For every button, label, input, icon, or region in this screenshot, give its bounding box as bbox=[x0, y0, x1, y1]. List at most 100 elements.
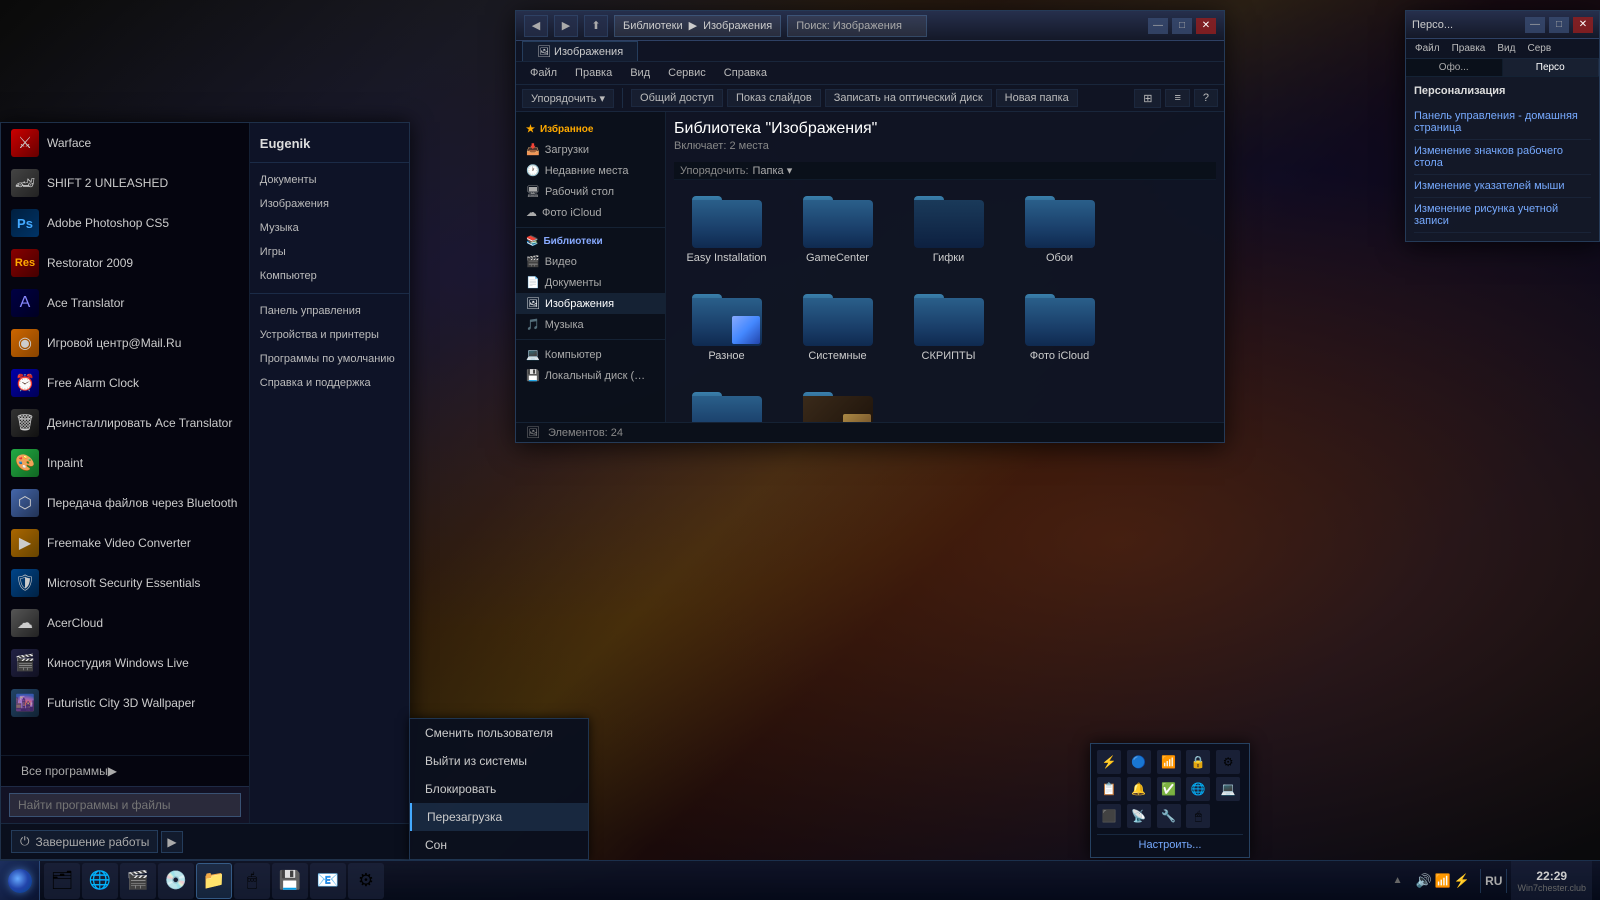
app-item-mse[interactable]: 🛡 Microsoft Security Essentials bbox=[1, 563, 249, 603]
pers-link-2[interactable]: Изменение значков рабочего стола bbox=[1414, 140, 1591, 175]
tray-icon-10[interactable]: 💻 bbox=[1216, 777, 1240, 801]
tray-icon-1[interactable]: ⚡ bbox=[1097, 750, 1121, 774]
sidebar-item-images[interactable]: 🖼 Изображения bbox=[516, 293, 665, 314]
pers-maximize-btn[interactable]: □ bbox=[1549, 17, 1569, 33]
language-indicator[interactable]: RU bbox=[1485, 874, 1502, 888]
folder-gamecenter[interactable]: GameCenter bbox=[785, 180, 890, 272]
app-item-warface[interactable]: ⚔ Warface bbox=[1, 123, 249, 163]
sidebar-item-video[interactable]: 🎬 Видео bbox=[516, 251, 665, 272]
explorer-search[interactable]: Поиск: Изображения bbox=[787, 15, 927, 37]
up-button[interactable]: ⬆ bbox=[584, 15, 608, 37]
folder-transparent[interactable]: All transparent vs bbox=[785, 376, 890, 422]
right-item-games[interactable]: Игры bbox=[250, 241, 409, 263]
tray-volume-icon[interactable]: 🔊 bbox=[1416, 873, 1432, 889]
sidebar-item-computer[interactable]: 💻 Компьютер bbox=[516, 344, 665, 365]
taskbar-icon-media[interactable]: 🎬 bbox=[120, 863, 156, 899]
pers-menu-edit[interactable]: Правка bbox=[1447, 41, 1491, 56]
all-programs-button[interactable]: Все программы ▶ bbox=[11, 760, 127, 782]
start-button[interactable] bbox=[0, 861, 40, 900]
forward-button[interactable]: ▶ bbox=[554, 15, 578, 37]
action-burn[interactable]: Записать на оптический диск bbox=[825, 89, 992, 107]
back-button[interactable]: ◀ bbox=[524, 15, 548, 37]
maximize-button[interactable]: □ bbox=[1172, 18, 1192, 34]
pers-close-btn[interactable]: ✕ bbox=[1573, 17, 1593, 33]
tray-icon-3[interactable]: 📶 bbox=[1157, 750, 1181, 774]
pers-menu-service[interactable]: Серв bbox=[1522, 41, 1556, 56]
taskbar-icon-settings[interactable]: ⚙ bbox=[348, 863, 384, 899]
tray-icon-5[interactable]: ⚙ bbox=[1216, 750, 1240, 774]
tray-customize-button[interactable]: Настроить... bbox=[1097, 834, 1243, 851]
sidebar-item-recent[interactable]: 🕐 Недавние места bbox=[516, 160, 665, 181]
taskbar-icon-folder-active[interactable]: 📁 bbox=[196, 863, 232, 899]
close-button[interactable]: ✕ bbox=[1196, 18, 1216, 34]
app-item-freemake[interactable]: ▶ Freemake Video Converter bbox=[1, 523, 249, 563]
app-item-alarm[interactable]: ⏰ Free Alarm Clock bbox=[1, 363, 249, 403]
taskbar-icon-disk[interactable]: 💾 bbox=[272, 863, 308, 899]
folder-easy-installation[interactable]: Easy Installation bbox=[674, 180, 779, 272]
tray-icon-14[interactable]: 🖱 bbox=[1186, 804, 1210, 828]
taskbar-icon-browser[interactable]: 🌐 bbox=[82, 863, 118, 899]
app-item-restorator[interactable]: Res Restorator 2009 bbox=[1, 243, 249, 283]
menu-item-switch-user[interactable]: Сменить пользователя bbox=[410, 719, 588, 747]
folder-gifs[interactable]: Гифки bbox=[896, 180, 1001, 272]
app-item-ace[interactable]: A Ace Translator bbox=[1, 283, 249, 323]
view-toggle-1[interactable]: ⊞ bbox=[1134, 89, 1161, 108]
taskbar-icon-mail[interactable]: 📧 bbox=[310, 863, 346, 899]
right-item-user[interactable]: Eugenik bbox=[250, 131, 409, 156]
tray-network-icon[interactable]: 📶 bbox=[1435, 873, 1451, 889]
address-bar[interactable]: Библиотеки ▶ Изображения bbox=[614, 15, 781, 37]
right-item-music[interactable]: Музыка bbox=[250, 217, 409, 239]
sidebar-item-icloud[interactable]: ☁ Фото iCloud bbox=[516, 202, 665, 223]
action-newfolder[interactable]: Новая папка bbox=[996, 89, 1078, 107]
sort-value[interactable]: Папка ▾ bbox=[753, 164, 793, 177]
tray-icon-13[interactable]: 🔧 bbox=[1157, 804, 1181, 828]
folder-scripts[interactable]: СКРИПТЫ bbox=[896, 278, 1001, 370]
sidebar-item-documents[interactable]: 📄 Документы bbox=[516, 272, 665, 293]
menu-item-restart[interactable]: Перезагрузка bbox=[410, 803, 588, 831]
app-item-shift2[interactable]: 🏎 SHIFT 2 UNLEASHED bbox=[1, 163, 249, 203]
app-item-inpaint[interactable]: 🎨 Inpaint bbox=[1, 443, 249, 483]
app-item-uninstall[interactable]: 🗑 Деинсталлировать Ace Translator bbox=[1, 403, 249, 443]
taskbar-icon-burn[interactable]: 💿 bbox=[158, 863, 194, 899]
menu-item-sleep[interactable]: Сон bbox=[410, 831, 588, 859]
active-tab[interactable]: 🖼 Изображения bbox=[522, 41, 638, 61]
menu-edit[interactable]: Правка bbox=[567, 65, 620, 81]
action-share[interactable]: Общий доступ bbox=[631, 89, 723, 107]
sidebar-item-desktop[interactable]: 🖥 Рабочий стол bbox=[516, 181, 665, 202]
action-slideshow[interactable]: Показ слайдов bbox=[727, 89, 821, 107]
taskbar-icon-explorer[interactable]: 🗂 bbox=[44, 863, 80, 899]
tray-icon-7[interactable]: 🔔 bbox=[1127, 777, 1151, 801]
right-item-images[interactable]: Изображения bbox=[250, 193, 409, 215]
sidebar-item-music[interactable]: 🎵 Музыка bbox=[516, 314, 665, 335]
tray-power-icon[interactable]: ⚡ bbox=[1454, 873, 1470, 889]
pers-link-4[interactable]: Изменение рисунка учетной записи bbox=[1414, 198, 1591, 233]
right-item-computer[interactable]: Компьютер bbox=[250, 265, 409, 287]
sidebar-item-localdisk[interactable]: 💾 Локальный диск (… bbox=[516, 365, 665, 386]
pers-link-1[interactable]: Панель управления - домашняя страница bbox=[1414, 105, 1591, 140]
pers-link-3[interactable]: Изменение указателей мыши bbox=[1414, 175, 1591, 198]
right-item-controlpanel[interactable]: Панель управления bbox=[250, 300, 409, 322]
right-item-docs[interactable]: Документы bbox=[250, 169, 409, 191]
pers-tab-1[interactable]: Офо... bbox=[1406, 59, 1503, 76]
folder-photo-icloud[interactable]: Фото iCloud bbox=[1007, 278, 1112, 370]
app-item-acer[interactable]: ☁ AcerCloud bbox=[1, 603, 249, 643]
folder-templates[interactable]: Шаблоны bbox=[674, 376, 779, 422]
tray-icon-8[interactable]: ✅ bbox=[1157, 777, 1181, 801]
pers-tab-2[interactable]: Персо bbox=[1503, 59, 1600, 76]
folder-misc[interactable]: Разное bbox=[674, 278, 779, 370]
sidebar-item-downloads[interactable]: 📥 Загрузки bbox=[516, 139, 665, 160]
app-item-futuristic[interactable]: 🌆 Futuristic City 3D Wallpaper bbox=[1, 683, 249, 723]
right-item-defaultprograms[interactable]: Программы по умолчанию bbox=[250, 348, 409, 370]
taskbar-icon-mouse[interactable]: 🖱 bbox=[234, 863, 270, 899]
action-organize[interactable]: Упорядочить ▾ bbox=[522, 89, 614, 108]
tray-expand-button[interactable]: ▲ bbox=[1390, 873, 1406, 888]
clock-area[interactable]: 22:29 Win7chester.club bbox=[1511, 861, 1592, 900]
app-item-bluetooth[interactable]: ⬡ Передача файлов через Bluetooth bbox=[1, 483, 249, 523]
help-btn[interactable]: ? bbox=[1194, 89, 1218, 107]
app-item-photoshop[interactable]: Ps Adobe Photoshop CS5 bbox=[1, 203, 249, 243]
folder-system[interactable]: Системные bbox=[785, 278, 890, 370]
menu-help[interactable]: Справка bbox=[716, 65, 775, 81]
menu-view[interactable]: Вид bbox=[622, 65, 658, 81]
right-item-help[interactable]: Справка и поддержка bbox=[250, 372, 409, 394]
pers-menu-view[interactable]: Вид bbox=[1492, 41, 1520, 56]
